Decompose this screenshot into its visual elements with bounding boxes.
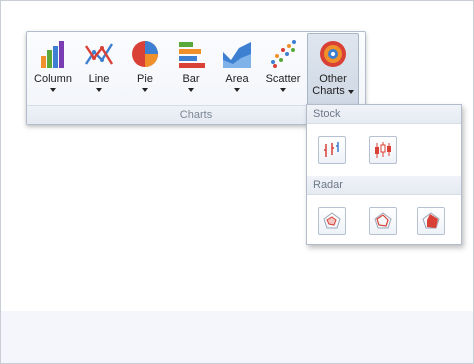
bar-chart-icon xyxy=(179,42,205,68)
bar-chart-label: Bar xyxy=(182,73,200,85)
radar-line-item[interactable] xyxy=(369,207,397,235)
other-charts-label-line2: Charts xyxy=(312,85,345,97)
radar-line-icon xyxy=(374,212,392,229)
chevron-down-icon xyxy=(142,88,148,92)
radar-area-icon xyxy=(422,212,440,229)
stock-candlestick-icon xyxy=(375,142,391,158)
line-chart-icon xyxy=(85,43,114,65)
other-charts-button[interactable]: Other Charts xyxy=(307,33,359,105)
bar-chart-button[interactable]: Bar xyxy=(169,34,213,104)
section-header-radar: Radar xyxy=(307,176,461,195)
radar-point-icon xyxy=(323,212,341,229)
area-chart-icon xyxy=(223,42,251,68)
pie-chart-button[interactable]: Pie xyxy=(123,34,167,104)
radar-area-item[interactable] xyxy=(417,207,445,235)
scatter-chart-label: Scatter xyxy=(265,73,301,85)
other-charts-label-line1: Other xyxy=(319,73,347,85)
chevron-down-icon xyxy=(188,88,194,92)
chart-designer-window: Column Line Pie Bar Area Scatter Other C… xyxy=(0,0,474,364)
scatter-chart-icon xyxy=(271,40,296,68)
chevron-down-icon xyxy=(96,88,102,92)
line-chart-button[interactable]: Line xyxy=(77,34,121,104)
column-chart-button[interactable]: Column xyxy=(31,34,75,104)
stock-high-low-close-icon xyxy=(324,142,339,157)
line-chart-label: Line xyxy=(88,73,110,85)
other-charts-dropdown: Stock Radar xyxy=(306,104,462,245)
radar-gallery-row xyxy=(307,195,461,247)
column-chart-icon xyxy=(41,41,64,68)
stock-candlestick-item[interactable] xyxy=(369,136,397,164)
stock-high-low-close-item[interactable] xyxy=(318,136,346,164)
radar-point-item[interactable] xyxy=(318,207,346,235)
chevron-down-icon xyxy=(234,88,240,92)
chevron-down-icon xyxy=(280,88,286,92)
other-charts-icon xyxy=(320,41,346,67)
chevron-down-icon xyxy=(50,88,56,92)
pie-chart-icon xyxy=(132,41,158,67)
chevron-down-icon xyxy=(347,89,354,94)
pie-chart-label: Pie xyxy=(137,73,153,85)
area-chart-button[interactable]: Area xyxy=(215,34,259,104)
scatter-chart-button[interactable]: Scatter xyxy=(261,34,305,104)
area-chart-label: Area xyxy=(225,73,249,85)
section-header-stock: Stock xyxy=(307,105,461,124)
stock-gallery-row xyxy=(307,124,461,176)
column-chart-label: Column xyxy=(34,73,72,85)
